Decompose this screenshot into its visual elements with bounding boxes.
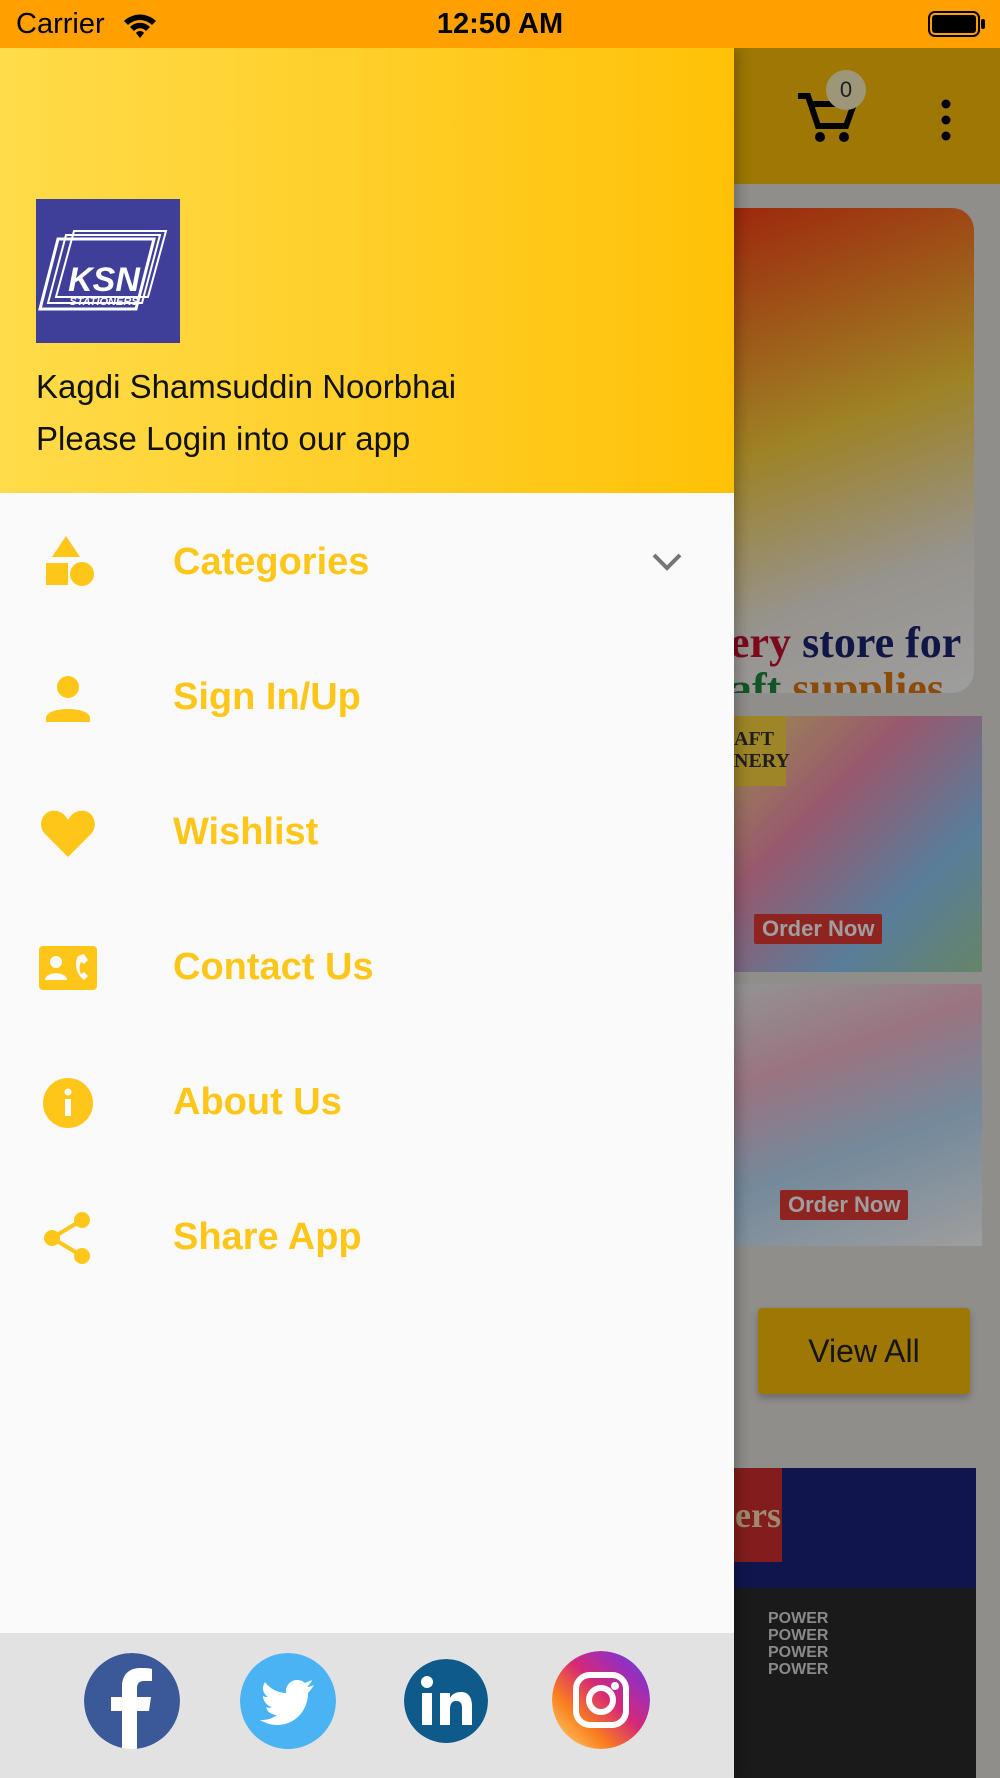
social-links-bar <box>0 1633 734 1778</box>
drawer-scrim[interactable] <box>734 48 1000 1778</box>
twitter-icon[interactable] <box>240 1653 336 1749</box>
drawer-header: KSN STATIONERS Kagdi Shamsuddin Noorbhai… <box>0 48 734 493</box>
menu-item-label: About Us <box>173 1081 342 1123</box>
menu-item-share-app[interactable]: Share App <box>0 1178 734 1298</box>
instagram-icon[interactable] <box>552 1651 650 1749</box>
person-icon <box>46 676 90 722</box>
info-icon <box>43 1078 93 1128</box>
menu-item-label: Sign In/Up <box>173 676 361 718</box>
menu-item-about-us[interactable]: About Us <box>0 1043 734 1163</box>
menu-item-sign-in[interactable]: Sign In/Up <box>0 638 734 758</box>
menu-item-wishlist[interactable]: Wishlist <box>0 773 734 893</box>
categories-icon <box>46 536 94 586</box>
linkedin-icon[interactable] <box>404 1659 488 1743</box>
share-icon <box>44 1212 90 1264</box>
ksn-logo: KSN STATIONERS <box>36 199 180 343</box>
menu-item-label: Contact Us <box>173 946 374 988</box>
chevron-down-icon[interactable] <box>650 547 684 577</box>
svg-text:KSN: KSN <box>68 261 141 299</box>
svg-text:STATIONERS: STATIONERS <box>69 296 139 308</box>
contact-card-icon <box>39 946 97 990</box>
menu-item-label: Share App <box>173 1216 362 1258</box>
company-name: Kagdi Shamsuddin Noorbhai <box>36 368 457 405</box>
menu-item-categories[interactable]: Categories <box>0 503 734 623</box>
heart-icon <box>41 810 95 857</box>
login-prompt: Please Login into our app <box>36 420 411 457</box>
status-bar: Carrier 12:50 AM <box>0 0 1000 48</box>
menu-item-contact-us[interactable]: Contact Us <box>0 908 734 1028</box>
battery-icon <box>928 11 985 37</box>
clock: 12:50 AM <box>436 8 564 40</box>
navigation-drawer: KSN STATIONERS Kagdi Shamsuddin Noorbhai… <box>0 48 734 1778</box>
menu-item-label: Categories <box>173 541 370 583</box>
menu-item-label: Wishlist <box>173 811 319 853</box>
facebook-icon[interactable] <box>84 1653 180 1749</box>
